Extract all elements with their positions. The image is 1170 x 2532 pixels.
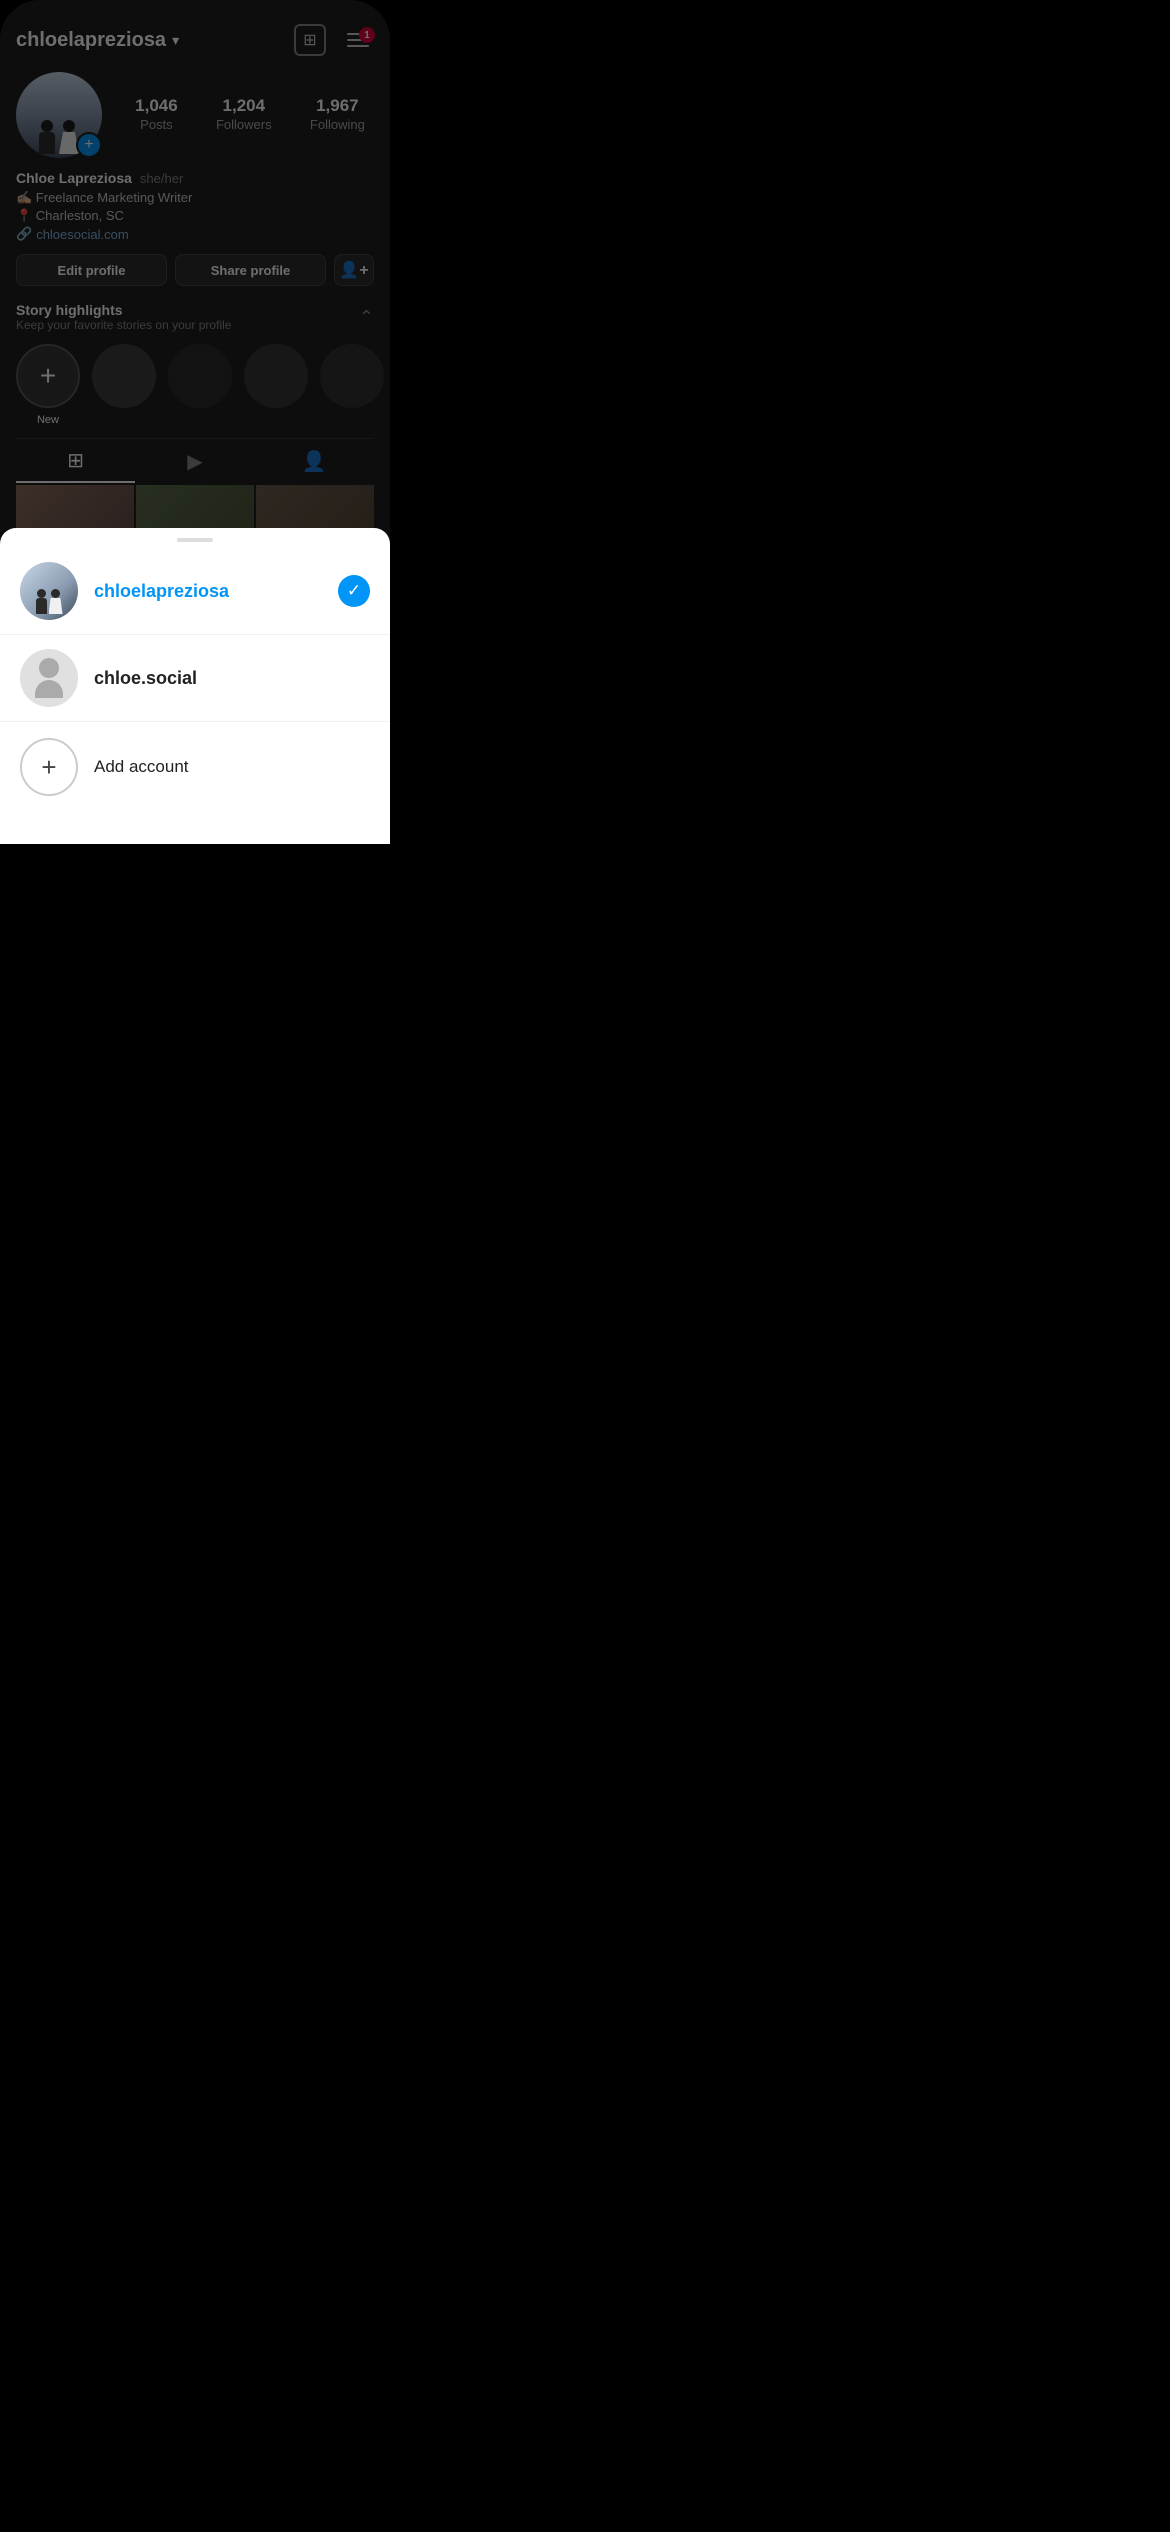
plus-icon: + (41, 752, 56, 783)
add-account-circle-icon: + (20, 738, 78, 796)
add-account-label: Add account (94, 757, 189, 777)
account-name-chloe-social: chloe.social (94, 668, 370, 689)
account-selected-checkmark: ✓ (338, 575, 370, 607)
account-avatar-chloelapreziosa (20, 562, 78, 620)
sheet-drag-handle[interactable] (177, 538, 213, 542)
account-name-chloelapreziosa: chloelapreziosa (94, 581, 322, 602)
account-item-chloelapreziosa[interactable]: chloelapreziosa ✓ (0, 548, 390, 635)
account-switcher-sheet: chloelapreziosa ✓ chloe.social + Add acc… (0, 528, 390, 844)
account-avatar-chloe-social (20, 649, 78, 707)
generic-avatar-icon (35, 658, 63, 698)
account-item-chloe-social[interactable]: chloe.social (0, 635, 390, 722)
add-account-row[interactable]: + Add account (0, 722, 390, 812)
